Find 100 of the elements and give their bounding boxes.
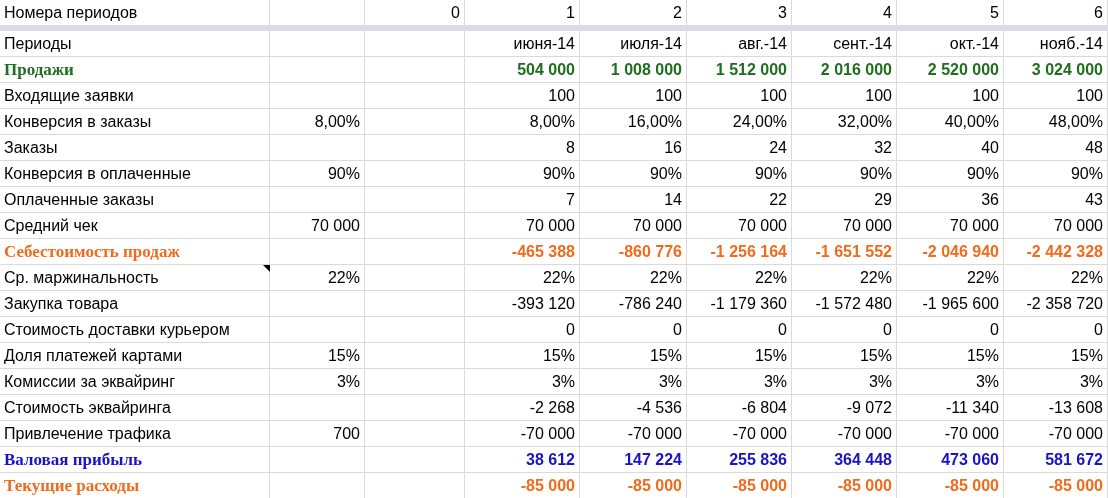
table-cell: Конверсия в заказы [0, 109, 270, 135]
table-cell: сент.-14 [792, 31, 897, 57]
table-cell: 22 [687, 187, 792, 213]
table-cell: 15% [1004, 343, 1108, 369]
table-cell: -11 340 [897, 395, 1004, 421]
table-cell: 8 [465, 135, 580, 161]
table-cell: 15% [580, 343, 687, 369]
table-cell: Текущие расходы [0, 473, 270, 498]
table-cell: 15% [792, 343, 897, 369]
table-cell: 90% [580, 161, 687, 187]
table-cell: -2 046 940 [897, 239, 1004, 265]
table-cell: 100 [792, 83, 897, 109]
table-cell: 70 000 [1004, 213, 1108, 239]
table-cell: 3% [687, 369, 792, 395]
table-cell: 22% [465, 265, 580, 291]
table-cell: 147 224 [580, 447, 687, 473]
table-cell: 7 [465, 187, 580, 213]
table-cell: 22% [1004, 265, 1108, 291]
table-cell: 48,00% [1004, 109, 1108, 135]
table-cell: 0 [897, 317, 1004, 343]
table-cell: 70 000 [465, 213, 580, 239]
table-cell: -465 388 [465, 239, 580, 265]
table-cell: 16,00% [580, 109, 687, 135]
table-cell: 48 [1004, 135, 1108, 161]
table-cell: Конверсия в оплаченные [0, 161, 270, 187]
table-cell: 22% [270, 265, 365, 291]
table-cell: Валовая прибыль [0, 447, 270, 473]
table-cell: 24 [687, 135, 792, 161]
table-cell: Оплаченные заказы [0, 187, 270, 213]
table-cell: 70 000 [580, 213, 687, 239]
table-cell: 2 016 000 [792, 57, 897, 83]
table-cell: 36 [897, 187, 1004, 213]
table-cell: 100 [687, 83, 792, 109]
table-cell: июня-14 [465, 31, 580, 57]
table-cell: 3% [465, 369, 580, 395]
table-cell: 43 [1004, 187, 1108, 213]
table-cell: 15% [897, 343, 1004, 369]
table-cell: 100 [580, 83, 687, 109]
table-cell: 3% [792, 369, 897, 395]
table-cell: -70 000 [465, 421, 580, 447]
table-cell: -70 000 [897, 421, 1004, 447]
table-cell: 70 000 [792, 213, 897, 239]
table-cell: 0 [792, 317, 897, 343]
table-cell: -70 000 [1004, 421, 1108, 447]
table-cell: -85 000 [580, 473, 687, 498]
table-cell: Заказы [0, 135, 270, 161]
table-cell: -9 072 [792, 395, 897, 421]
table-cell: -2 268 [465, 395, 580, 421]
table-cell: 90% [270, 161, 365, 187]
table-cell: 581 672 [1004, 447, 1108, 473]
table-cell: 700 [270, 421, 365, 447]
table-cell: 70 000 [897, 213, 1004, 239]
table-cell: 473 060 [897, 447, 1004, 473]
table-cell: 22% [897, 265, 1004, 291]
table-cell: июля-14 [580, 31, 687, 57]
table-cell: Привлечение трафика [0, 421, 270, 447]
table-cell: 1 008 000 [580, 57, 687, 83]
table-cell: 255 836 [687, 447, 792, 473]
table-cell: 8,00% [270, 109, 365, 135]
table-cell: 70 000 [687, 213, 792, 239]
table-cell: Средний чек [0, 213, 270, 239]
table-cell: Закупка товара [0, 291, 270, 317]
table-cell: нояб.-14 [1004, 31, 1108, 57]
table-cell: 15% [465, 343, 580, 369]
table-cell: 70 000 [270, 213, 365, 239]
table-cell: Стоимость эквайринга [0, 395, 270, 421]
table-cell: 90% [687, 161, 792, 187]
table-cell: 29 [792, 187, 897, 213]
table-cell: 90% [1004, 161, 1108, 187]
table-cell: 15% [270, 343, 365, 369]
table-cell: 22% [580, 265, 687, 291]
table-cell: -13 608 [1004, 395, 1108, 421]
table-cell: -70 000 [792, 421, 897, 447]
table-cell: 90% [792, 161, 897, 187]
table-cell: Продажи [0, 57, 270, 83]
table-cell: -85 000 [897, 473, 1004, 498]
table-cell: 32,00% [792, 109, 897, 135]
table-cell: Доля платежей картами [0, 343, 270, 369]
table-cell: -6 804 [687, 395, 792, 421]
table-cell: -1 651 552 [792, 239, 897, 265]
table-cell: -1 965 600 [897, 291, 1004, 317]
table-cell: 0 [580, 317, 687, 343]
table-cell: -1 256 164 [687, 239, 792, 265]
table-cell: 0 [687, 317, 792, 343]
table-cell: 3% [270, 369, 365, 395]
table-cell: Стоимость доставки курьером [0, 317, 270, 343]
table-cell: 14 [580, 187, 687, 213]
table-cell: -70 000 [687, 421, 792, 447]
table-cell: -85 000 [687, 473, 792, 498]
table-cell: 100 [465, 83, 580, 109]
table-cell: -85 000 [792, 473, 897, 498]
table-cell: 24,00% [687, 109, 792, 135]
table-cell: 40 [897, 135, 1004, 161]
table-cell: 16 [580, 135, 687, 161]
table-cell: 8,00% [465, 109, 580, 135]
table-cell: 364 448 [792, 447, 897, 473]
table-cell: Комиссии за эквайринг [0, 369, 270, 395]
table-cell: 3% [897, 369, 1004, 395]
table-cell: 38 612 [465, 447, 580, 473]
table-cell: 3% [580, 369, 687, 395]
